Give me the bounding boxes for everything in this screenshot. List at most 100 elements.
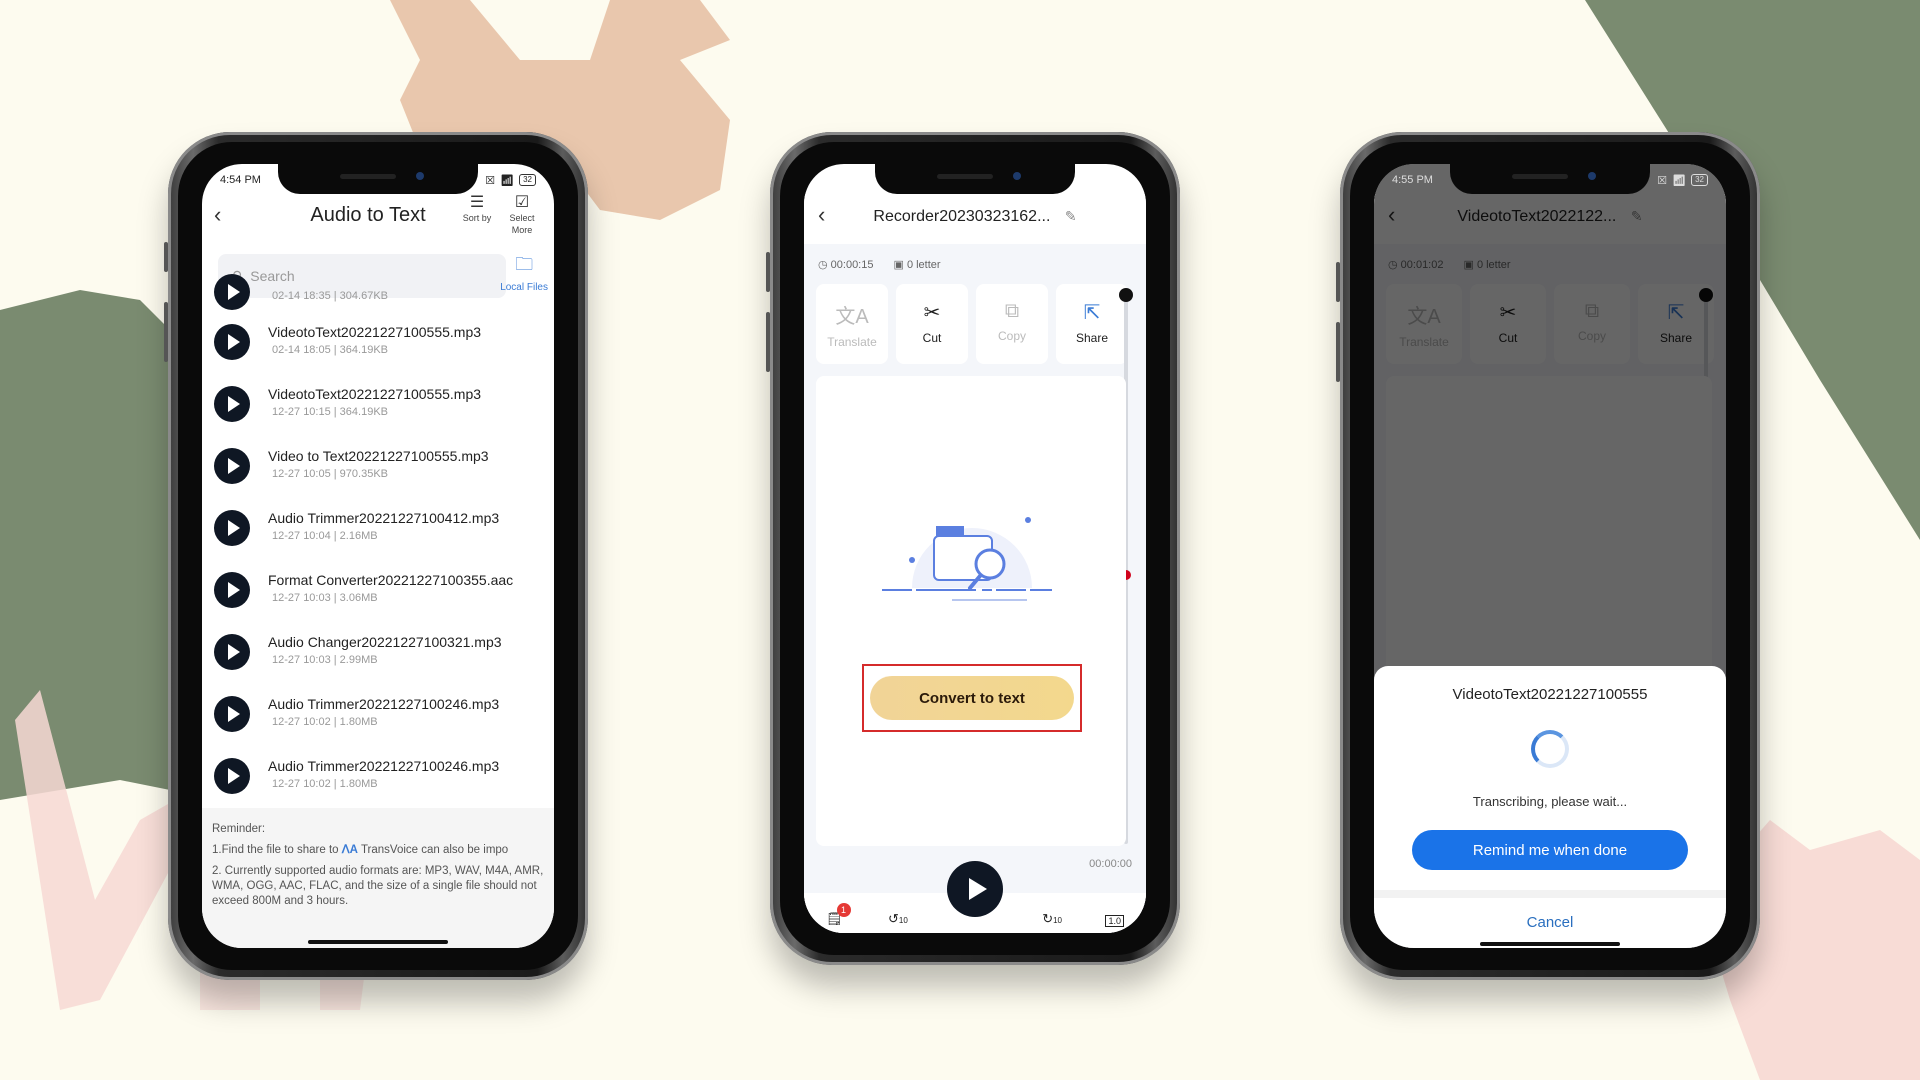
convert-to-text-button[interactable]: Convert to text [870, 676, 1074, 720]
sort-icon: ☰ [469, 194, 485, 211]
copy-button[interactable]: ⧉ Copy [976, 284, 1048, 364]
file-name: Audio Trimmer20221227100246.mp3 [268, 696, 500, 712]
share-button[interactable]: ⇱ Share [1056, 284, 1128, 364]
transcript-list-icon[interactable]: 🗒︎ 1 [826, 903, 851, 927]
rewind-10-button[interactable]: ↺10 [888, 911, 908, 927]
duration: ◷ 00:00:15 [818, 258, 873, 271]
play-icon[interactable] [214, 274, 250, 310]
scissors-icon: ✂ [923, 302, 941, 324]
notch [1450, 164, 1650, 194]
file-list-item[interactable]: Audio Trimmer20221227100246.mp3 12-27 10… [202, 684, 554, 746]
cut-button[interactable]: ✂ Cut [896, 284, 968, 364]
play-icon[interactable] [214, 634, 250, 670]
recording-meta: ◷ 00:00:15 ▣ 0 letter [818, 258, 941, 271]
sort-button[interactable]: ☰ Sort by [462, 194, 492, 224]
copy-label: Copy [997, 329, 1026, 343]
play-icon[interactable] [214, 324, 250, 360]
playback-timecode: 00:00:00 [1089, 858, 1132, 870]
play-icon[interactable] [214, 696, 250, 732]
play-icon[interactable] [214, 510, 250, 546]
reminder-line-1-app: TransVoice can also be impo [360, 844, 509, 856]
copy-icon: ⧉ [1004, 300, 1020, 322]
cut-label: Cut [922, 331, 942, 345]
battery-icon: 32 [519, 174, 536, 186]
reminder-line-1: 1.Find the file to share to ᐱA TransVoic… [212, 843, 544, 858]
side-button [766, 312, 770, 372]
share-icon: ⇱ [1083, 302, 1101, 324]
editor-header: ‹ Recorder20230323162... ✎ [804, 194, 1146, 244]
file-meta: 12-27 10:03 | 3.06MB [272, 592, 378, 604]
phone-bezel: 4:55 PM ☒ 📶︎ 32 ‹ VideotoText2022122... … [1350, 142, 1750, 970]
file-meta: 12-27 10:05 | 970.35KB [272, 468, 389, 480]
side-button [1336, 322, 1340, 382]
play-icon[interactable] [214, 386, 250, 422]
text-icon: ▣ [893, 259, 907, 271]
home-indicator [308, 940, 448, 944]
transvoice-logo-icon: ᐱA [341, 844, 358, 856]
editor-toolbar: 文A Translate ✂ Cut ⧉ Copy ⇱ Share [816, 284, 1128, 364]
notch [278, 164, 478, 194]
file-meta: 02-14 18:35 | 304.67KB [272, 290, 389, 302]
translate-button[interactable]: 文A Translate [816, 284, 888, 364]
play-icon[interactable] [214, 572, 250, 608]
file-list-item[interactable]: VideotoText20221227100555.mp3 02-14 18:0… [202, 312, 554, 374]
cancel-button[interactable]: Cancel [1374, 914, 1726, 931]
side-button [164, 242, 168, 272]
translate-icon: 文A [835, 306, 869, 328]
file-list-item[interactable]: Audio Trimmer20221227100412.mp3 12-27 10… [202, 498, 554, 560]
duration-value: 00:00:15 [830, 259, 874, 271]
loading-spinner-icon [1531, 730, 1569, 768]
forward-10-button[interactable]: ↻10 [1042, 911, 1062, 927]
scroll-handle[interactable] [1119, 288, 1133, 302]
letter-count: ▣ 0 letter [893, 258, 940, 271]
screen-audio-to-text: 4:54 PM ☒ 📶︎ 32 ‹ Audio to Text ☰ Sort b… [202, 164, 554, 948]
recording-title: Recorder20230323162... ✎ [804, 208, 1146, 226]
editor-body: ◷ 00:00:15 ▣ 0 letter 文A Translate ✂ Cut… [804, 244, 1146, 933]
translate-label: Translate [827, 335, 877, 349]
forward-label: 10 [1053, 916, 1062, 925]
speed-button[interactable]: 1.0 [1105, 915, 1124, 927]
file-list-item[interactable]: 02-14 18:35 | 304.67KB [202, 274, 554, 312]
play-icon[interactable] [214, 448, 250, 484]
status-time: 4:55 PM [1392, 174, 1433, 186]
checkbox-icon: ☑ [514, 194, 530, 211]
notification-badge: 1 [836, 903, 851, 917]
illustration-dot [1025, 517, 1031, 523]
file-name: VideotoText20221227100555.mp3 [268, 324, 482, 340]
share-label: Share [1075, 331, 1109, 345]
app-header: ‹ Audio to Text ☰ Sort by ☑ Select More [202, 194, 554, 254]
sort-label: Sort by [462, 213, 492, 223]
file-list-item[interactable]: Audio Trimmer20221227100246.mp3 12-27 10… [202, 746, 554, 808]
remind-me-button[interactable]: Remind me when done [1412, 830, 1688, 870]
file-meta: 12-27 10:03 | 2.99MB [272, 654, 378, 666]
side-button [164, 302, 168, 362]
transcribing-dialog: VideotoText20221227100555 Transcribing, … [1374, 666, 1726, 948]
recording-title-text: Recorder20230323162... [873, 208, 1051, 225]
phone-bezel: 4:54 PM ☒ 📶︎ 32 ‹ Audio to Text ☰ Sort b… [178, 142, 578, 970]
empty-folder-illustration [882, 517, 1052, 601]
reminder-line-2: 2. Currently supported audio formats are… [212, 865, 544, 907]
main-play-button[interactable] [947, 861, 1003, 917]
illustration-magnifier [974, 548, 1006, 580]
transcript-panel: Convert to text [816, 376, 1126, 846]
side-button [766, 252, 770, 292]
play-icon[interactable] [214, 758, 250, 794]
rewind-label: 10 [898, 916, 908, 925]
letter-count-value: 0 letter [906, 259, 941, 271]
dialog-message: Transcribing, please wait... [1472, 794, 1628, 809]
file-meta: 12-27 10:02 | 1.80MB [272, 778, 378, 790]
screen-transcribing: 4:55 PM ☒ 📶︎ 32 ‹ VideotoText2022122... … [1374, 164, 1726, 948]
file-name: VideotoText20221227100555.mp3 [268, 386, 482, 402]
file-list: 02-14 18:35 | 304.67KB VideotoText202212… [202, 274, 554, 808]
edit-pencil-icon[interactable]: ✎ [1065, 208, 1077, 224]
file-meta: 12-27 10:15 | 364.19KB [272, 406, 389, 418]
file-list-item[interactable]: Format Converter20221227100355.aac 12-27… [202, 560, 554, 622]
reminder-heading: Reminder: [212, 823, 266, 835]
phone-bezel: ‹ Recorder20230323162... ✎ ◷ 00:00:15 ▣ … [780, 142, 1170, 955]
file-meta: 02-14 18:05 | 364.19KB [272, 344, 389, 356]
file-list-item[interactable]: Video to Text20221227100555.mp3 12-27 10… [202, 436, 554, 498]
select-more-button[interactable]: ☑ Select More [502, 194, 542, 236]
file-list-item[interactable]: Audio Changer20221227100321.mp3 12-27 10… [202, 622, 554, 684]
file-list-item[interactable]: VideotoText20221227100555.mp3 12-27 10:1… [202, 374, 554, 436]
side-button [1336, 262, 1340, 302]
